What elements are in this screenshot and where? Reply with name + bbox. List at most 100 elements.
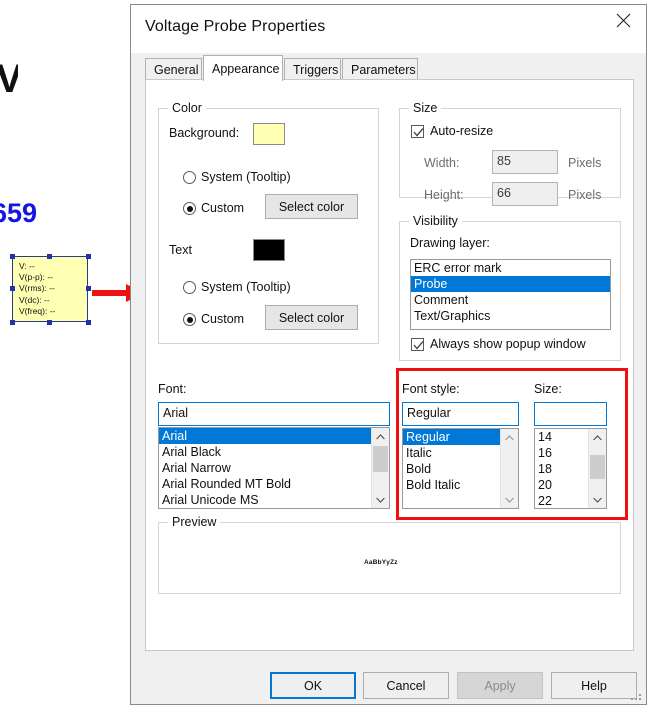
list-item[interactable]: Text/Graphics	[411, 308, 610, 324]
font-style-scrollbar[interactable]	[500, 429, 518, 508]
auto-resize-checkbox[interactable]	[411, 125, 424, 138]
font-style-input[interactable]: Regular	[402, 402, 519, 426]
font-list-scrollbar[interactable]	[371, 428, 389, 508]
text-select-color-button[interactable]: Select color	[265, 305, 358, 330]
list-item[interactable]: Arial Unicode MS	[159, 492, 371, 508]
preview-sample-text: AaBbYyZz	[364, 559, 398, 566]
list-item[interactable]: 16	[535, 445, 588, 461]
size-group-legend: Size	[409, 101, 442, 115]
clipped-glyph: V	[0, 58, 18, 100]
selection-handle[interactable]	[47, 320, 52, 325]
list-item[interactable]: Comment	[411, 292, 610, 308]
probe-row: V(rms): --	[19, 283, 55, 294]
always-show-popup-checkbox[interactable]	[411, 338, 424, 351]
font-size-scrollbar[interactable]	[588, 429, 606, 508]
list-item[interactable]: Italic	[403, 445, 500, 461]
selection-handle[interactable]	[10, 286, 15, 291]
width-input[interactable]: 85	[492, 150, 558, 174]
scrollbar-thumb[interactable]	[590, 455, 605, 479]
tabpage-appearance: Color Background: System (Tooltip) Custo…	[145, 79, 634, 651]
ok-button[interactable]: OK	[270, 672, 356, 699]
net-label: 659	[0, 198, 38, 228]
background-label: Background:	[169, 126, 240, 140]
tab-general[interactable]: General	[145, 58, 202, 79]
check-icon	[413, 340, 424, 350]
font-label: Font:	[158, 382, 187, 396]
text-color-swatch[interactable]	[253, 239, 285, 261]
drawing-layer-listbox[interactable]: ERC error mark Probe Comment Text/Graphi…	[410, 259, 611, 330]
background-system-label: System (Tooltip)	[201, 170, 291, 184]
apply-button: Apply	[457, 672, 543, 699]
help-button[interactable]: Help	[551, 672, 637, 699]
list-item[interactable]: 14	[535, 429, 588, 445]
resize-grip-icon[interactable]	[631, 690, 643, 702]
color-group: Color Background: System (Tooltip) Custo…	[158, 101, 379, 344]
tab-appearance[interactable]: Appearance	[203, 55, 283, 81]
font-size-label: Size:	[534, 382, 562, 396]
size-group: Size Auto-resize Width: 85 Pixels Height…	[399, 101, 621, 206]
visibility-group-legend: Visibility	[409, 214, 462, 228]
scrollbar-thumb[interactable]	[373, 446, 388, 472]
selection-handle[interactable]	[86, 254, 91, 259]
visibility-group: Visibility Drawing layer: ERC error mark…	[399, 214, 621, 361]
font-size-input[interactable]	[534, 402, 607, 426]
list-item[interactable]: Bold	[403, 461, 500, 477]
background-select-color-button[interactable]: Select color	[265, 194, 358, 219]
probe-row: V(freq): --	[19, 305, 56, 316]
dialog-title: Voltage Probe Properties	[145, 18, 326, 35]
selection-handle[interactable]	[47, 254, 52, 259]
text-system-radio[interactable]	[183, 281, 196, 294]
probe-tooltip-widget[interactable]: V: -- V(p-p): -- V(rms): -- V(dc): -- V(…	[12, 256, 88, 322]
scroll-down-icon[interactable]	[372, 491, 389, 508]
width-units-label: Pixels	[568, 156, 602, 170]
probe-row: V(p-p): --	[19, 272, 53, 283]
always-show-popup-label: Always show popup window	[430, 337, 586, 351]
tabstrip: General Appearance Triggers Parameters	[145, 55, 634, 81]
check-icon	[413, 127, 424, 137]
voltage-probe-properties-dialog: Voltage Probe Properties General Appeara…	[130, 4, 647, 705]
list-item[interactable]: Arial Rounded MT Bold	[159, 476, 371, 492]
scroll-down-icon[interactable]	[589, 491, 606, 508]
list-item[interactable]: Bold Italic	[403, 477, 500, 493]
list-item[interactable]: 18	[535, 461, 588, 477]
probe-row: V: --	[19, 261, 35, 271]
text-system-label: System (Tooltip)	[201, 280, 291, 294]
height-units-label: Pixels	[568, 188, 602, 202]
close-icon[interactable]	[601, 5, 646, 35]
text-label: Text	[169, 243, 192, 257]
scroll-down-icon[interactable]	[501, 491, 518, 508]
height-label: Height:	[424, 188, 464, 202]
text-custom-label: Custom	[201, 312, 245, 326]
list-item[interactable]: Regular	[403, 429, 500, 445]
list-item[interactable]: 22	[535, 493, 588, 508]
font-input[interactable]: Arial	[158, 402, 390, 426]
background-color-swatch[interactable]	[253, 123, 285, 145]
scroll-up-icon[interactable]	[372, 428, 389, 445]
tab-triggers[interactable]: Triggers	[284, 58, 341, 79]
list-item[interactable]: Arial	[159, 428, 371, 444]
auto-resize-label: Auto-resize	[430, 124, 494, 138]
font-listbox[interactable]: Arial Arial Black Arial Narrow Arial Rou…	[158, 427, 390, 509]
cancel-button[interactable]: Cancel	[363, 672, 449, 699]
selection-handle[interactable]	[86, 320, 91, 325]
color-group-legend: Color	[168, 101, 206, 115]
selection-handle[interactable]	[10, 254, 15, 259]
list-item[interactable]: 20	[535, 477, 588, 493]
list-item[interactable]: Arial Narrow	[159, 460, 371, 476]
list-item[interactable]: Probe	[411, 276, 610, 292]
drawing-layer-label: Drawing layer:	[410, 236, 490, 250]
scroll-up-icon[interactable]	[589, 429, 606, 446]
background-custom-radio[interactable]	[183, 202, 196, 215]
text-custom-radio[interactable]	[183, 313, 196, 326]
height-input[interactable]: 66	[492, 182, 558, 206]
scroll-up-icon[interactable]	[501, 429, 518, 446]
selection-handle[interactable]	[10, 320, 15, 325]
font-style-listbox[interactable]: Regular Italic Bold Bold Italic	[402, 428, 519, 509]
background-system-radio[interactable]	[183, 171, 196, 184]
selection-handle[interactable]	[86, 286, 91, 291]
tab-parameters[interactable]: Parameters	[342, 58, 418, 79]
list-item[interactable]: Arial Black	[159, 444, 371, 460]
preview-group: Preview AaBbYyZz	[158, 515, 621, 594]
font-size-listbox[interactable]: 14 16 18 20 22	[534, 428, 607, 509]
list-item[interactable]: ERC error mark	[411, 260, 610, 276]
